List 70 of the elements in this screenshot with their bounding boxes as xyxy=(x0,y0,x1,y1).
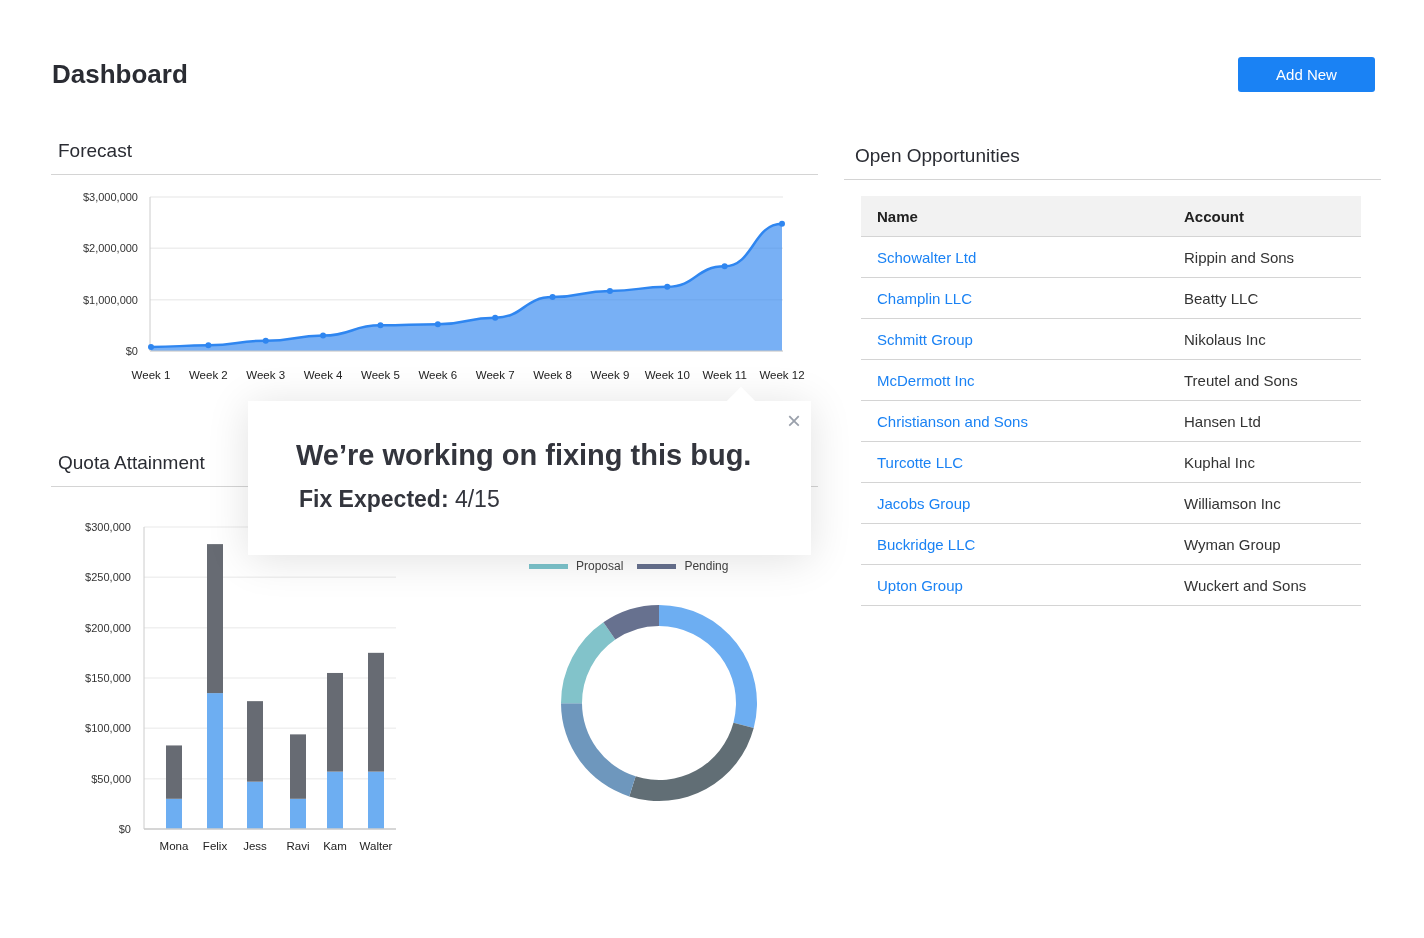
point xyxy=(492,314,499,321)
point xyxy=(549,294,556,301)
axis-label: Ravi xyxy=(286,840,310,852)
table-cell-text: Hansen Ltd xyxy=(1184,412,1262,430)
axis-label: Week 11 xyxy=(702,369,747,381)
axis-label: Week 1 xyxy=(131,369,171,381)
opportunity-link[interactable]: Champlin LLC xyxy=(877,289,973,307)
axis-label: Week 3 xyxy=(246,369,286,381)
axis-label: $50,000 xyxy=(91,772,131,785)
axis-label: Week 8 xyxy=(533,369,572,381)
column-header: Account xyxy=(1184,207,1245,225)
opportunity-link[interactable]: Christianson and Sons xyxy=(877,412,1028,430)
axis-label: Week 10 xyxy=(644,369,690,381)
axis-label: $150,000 xyxy=(85,672,131,684)
table-cell-text: Treutel and Sons xyxy=(1184,371,1299,389)
axis-label: $2,000,000 xyxy=(82,242,138,255)
axis-label: $300,000 xyxy=(85,521,131,533)
section-title: Forecast xyxy=(51,130,818,175)
axis-label: Week 7 xyxy=(475,369,515,381)
axis-label: Week 6 xyxy=(418,369,458,381)
opportunity-link[interactable]: Schowalter Ltd xyxy=(877,248,977,266)
opportunity-link[interactable]: Schmitt Group xyxy=(877,330,973,348)
axis-label: Week 4 xyxy=(303,369,343,381)
opportunity-link[interactable]: Jacobs Group xyxy=(877,494,971,512)
table-cell-text: Kuphal Inc xyxy=(1184,453,1256,471)
axis-label: $0 xyxy=(118,823,131,835)
axis-label: Walter xyxy=(359,840,393,852)
axis-label: Felix xyxy=(202,840,228,852)
axis-label: $100,000 xyxy=(85,722,131,735)
point xyxy=(434,321,441,328)
axis-label: Week 9 xyxy=(590,369,630,381)
axis-label: Week 2 xyxy=(188,369,228,381)
table-cell-text: Beatty LLC xyxy=(1184,289,1260,307)
opportunity-link[interactable]: Turcotte LLC xyxy=(877,453,964,471)
axis-label: $0 xyxy=(125,345,138,357)
axis-label: Week 12 xyxy=(759,369,805,381)
axis-label: $3,000,000 xyxy=(82,191,138,203)
opportunity-link[interactable]: Buckridge LLC xyxy=(877,535,976,553)
close-button[interactable]: × xyxy=(787,407,801,435)
point xyxy=(721,263,728,270)
axis-label: $1,000,000 xyxy=(82,293,138,306)
point xyxy=(779,220,785,227)
column-header: Name xyxy=(877,207,919,225)
point xyxy=(377,322,384,329)
table-cell-text: Wuckert and Sons xyxy=(1184,576,1308,594)
point xyxy=(606,287,613,294)
table-cell-text: Nikolaus Inc xyxy=(1184,330,1267,348)
table-cell-text: Wyman Group xyxy=(1184,535,1282,553)
point xyxy=(205,342,212,349)
section-title: Open Opportunities xyxy=(844,135,1381,180)
popup-message: We’re working on fixing this bug. xyxy=(296,439,753,472)
legend-label: Proposal xyxy=(576,559,624,573)
opportunity-link[interactable]: Upton Group xyxy=(877,576,963,594)
point xyxy=(664,283,671,290)
table-cell-text: Rippin and Sons xyxy=(1184,248,1296,266)
axis-label: $250,000 xyxy=(85,571,131,584)
point xyxy=(320,332,327,339)
axis-label: $200,000 xyxy=(85,621,131,634)
add-new-button[interactable]: Add New xyxy=(1238,57,1375,92)
point xyxy=(262,337,269,344)
point xyxy=(148,343,154,350)
axis-label: Kam xyxy=(323,840,347,852)
axis-label: Week 5 xyxy=(361,369,400,381)
page-title: Dashboard xyxy=(52,59,188,90)
opportunity-link[interactable]: McDermott Inc xyxy=(877,371,975,389)
legend-label: Pending xyxy=(684,559,729,573)
popup-detail: Fix Expected: 4/15 xyxy=(298,486,501,513)
axis-label: Mona xyxy=(159,840,189,852)
axis-label: Jess xyxy=(243,840,267,852)
table-cell-text: Williamson Inc xyxy=(1184,494,1282,512)
